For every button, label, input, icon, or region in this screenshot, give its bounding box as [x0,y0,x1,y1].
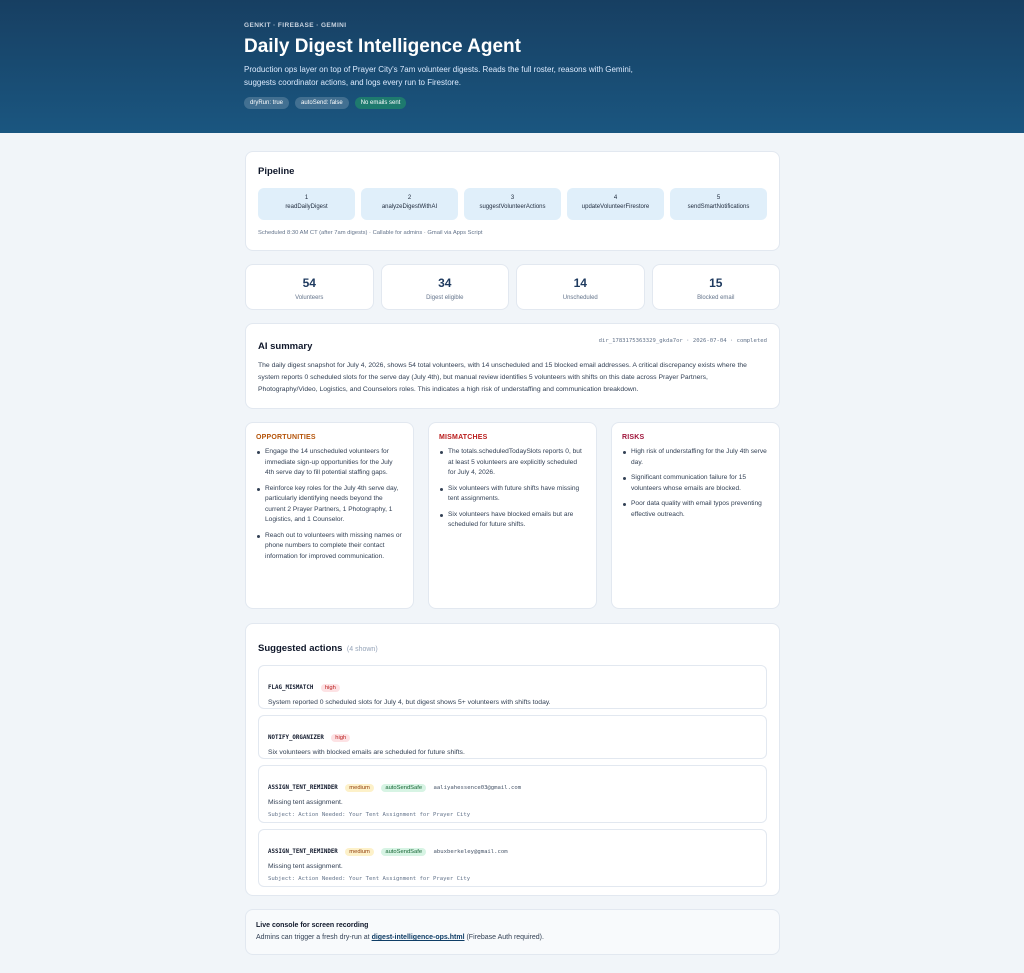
console-prefix: Admins can trigger a fresh dry-run at [256,934,370,941]
list-item: High risk of understaffing for the July … [622,447,769,468]
action-item: NOTIFY_ORGANIZER high Six volunteers wit… [258,715,767,759]
header-description: Production ops layer on top of Prayer Ci… [244,65,633,87]
pipeline-footnote: Scheduled 8:30 AM CT (after 7am digests)… [258,230,483,236]
pipeline-steps: 1 readDailyDigest 2 analyzeDigestWithAI 3s… [258,188,767,220]
live-console-card: Live console for screen recording Admins… [245,909,780,955]
opportunities-title: OPPORTUNITIES [256,434,316,441]
risks-title: RISKS [622,434,645,441]
priority-badge: medium [345,848,374,856]
opportunities-card: OPPORTUNITIES Engage the 14 unscheduled … [245,422,414,609]
run-meta: dir_1783175363329_gkda7or · 2026-07-04 ·… [598,338,767,344]
stat-volunteers: 54 Volunteers [245,264,374,310]
priority-badge: medium [345,784,374,792]
action-item: ASSIGN_TENT_REMINDER medium autoSendSafe… [258,829,767,887]
dry-run-badge: dryRun: true [244,97,290,109]
recipient-email: aaliyahessence03@gmail.com [433,785,522,791]
console-suffix: (Firebase Auth required). [466,934,544,941]
actions-title: Suggested actions [258,643,343,654]
pipeline-step-analyze: 2 analyzeDigestWithAI [361,188,458,220]
priority-badge: high [320,684,340,692]
ops-console-link[interactable]: digest-intelligence-ops.html [372,934,465,941]
ai-summary-card: AI summary dir_1783175363329_gkda7or · 2… [245,323,780,409]
list-item: Six volunteers with future shifts have m… [439,484,586,505]
stats-row: 54 Volunteers 34 Digest eligible 14 Unsched… [245,264,780,310]
recipient-email: abuxberkeley@gmail.com [433,849,508,855]
ai-summary-text: The daily digest snapshot for July 4, 20… [258,362,747,393]
action-type: ASSIGN_TENT_REMINDER [268,849,338,855]
list-item: Six volunteers have blocked emails but a… [439,510,586,531]
actions-count: (4 shown) [346,646,378,653]
mismatches-title: MISMATCHES [439,434,488,441]
page-title: Daily Digest Intelligence Agent [244,36,521,57]
action-text: Missing tent assignment. [268,799,343,806]
stat-unscheduled: 14 Unscheduled [516,264,645,310]
header-eyebrow: GENKIT · FIREBASE · GEMINI [244,22,347,29]
stat-blocked-email: 15 Blocked email [651,264,780,310]
list-item: Engage the 14 unscheduled volunteers for… [256,447,403,479]
action-text: System reported 0 scheduled slots for Ju… [268,699,551,706]
list-item: Reinforce key roles for the July 4th ser… [256,484,403,526]
pipeline-card: Pipeline 1 readDailyDigest 2 analyzeDigest… [245,151,780,251]
auto-send-safe-badge: autoSendSafe [381,784,427,792]
priority-badge: high [331,734,351,742]
pipeline-title: Pipeline [258,166,295,177]
page-header: GENKIT · FIREBASE · GEMINI Daily Digest … [0,0,1024,133]
email-subject: Subject: Action Needed: Your Tent Assign… [268,876,471,882]
action-item: FLAG_MISMATCH high System reported 0 sch… [258,665,767,709]
list-item: Reach out to volunteers with missing nam… [256,531,403,563]
mismatches-card: MISMATCHES The totals.scheduledTodaySlot… [428,422,597,609]
pipeline-step-update: 4 updateVolunteerFirestore [567,188,664,220]
action-text: Missing tent assignment. [268,863,343,870]
action-type: NOTIFY_ORGANIZER [268,735,324,741]
risks-card: RISKS High risk of understaffing for the… [611,422,780,609]
pipeline-step-notify: 5 sendSmartNotifications [670,188,767,220]
console-text: Admins can trigger a fresh dry-run at di… [256,934,769,941]
analysis-columns: OPPORTUNITIES Engage the 14 unscheduled … [245,422,780,609]
email-subject: Subject: Action Needed: Your Tent Assign… [268,812,471,818]
auto-send-safe-badge: autoSendSafe [381,848,427,856]
suggested-actions-card: Suggested actions (4 shown) FLAG_MISMATC… [245,623,780,896]
status-pills: dryRun: true autoSend: false No emails s… [244,97,1024,109]
pipeline-step-suggest: 3 suggestVolunteerActions [464,188,561,220]
action-text: Six volunteers with blocked emails are s… [268,749,465,756]
action-item: ASSIGN_TENT_REMINDER medium autoSendSafe… [258,765,767,823]
stat-digest-eligible: 34 Digest eligible [380,264,509,310]
no-emails-badge: No emails sent [354,97,407,109]
action-type: FLAG_MISMATCH [268,685,314,691]
auto-send-badge: autoSend: false [295,97,349,109]
list-item: Significant communication failure for 15… [622,473,769,494]
action-type: ASSIGN_TENT_REMINDER [268,785,338,791]
ai-summary-title: AI summary [258,341,313,352]
list-item: Poor data quality with email typos preve… [622,499,769,520]
console-title: Live console for screen recording [256,922,369,929]
pipeline-step-read: 1 readDailyDigest [258,188,355,220]
list-item: The totals.scheduledTodaySlots reports 0… [439,447,586,479]
